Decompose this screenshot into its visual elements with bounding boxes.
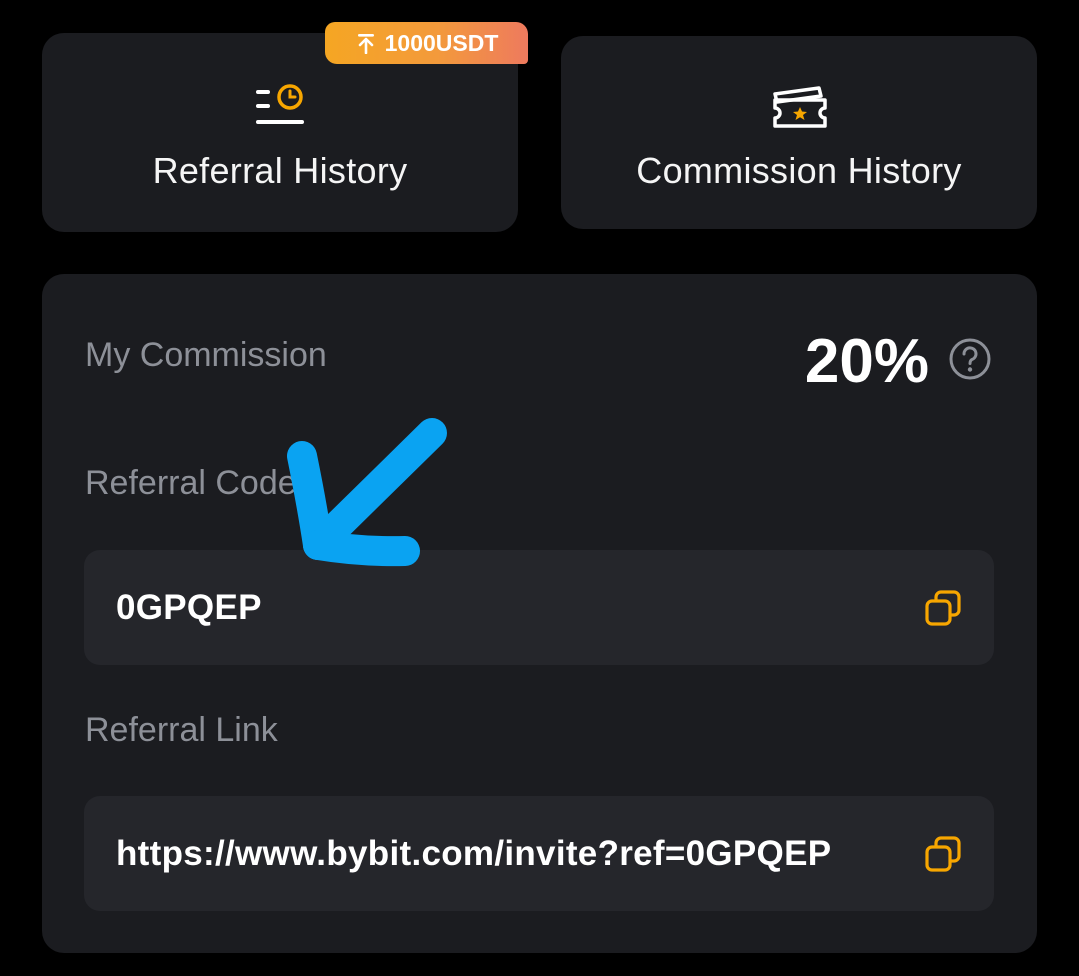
referral-link-label: Referral Link [85, 711, 278, 749]
commission-rate: 20% [804, 327, 929, 396]
ticket-star-icon [773, 85, 827, 128]
referral-link-value: https://www.bybit.com/invite?ref=0GPQEP [116, 833, 832, 873]
copy-icon[interactable] [924, 835, 962, 873]
commission-history-button[interactable]: Commission History [561, 36, 1037, 229]
referral-history-label: Referral History [152, 149, 408, 191]
copy-icon[interactable] [924, 589, 962, 627]
bonus-badge: 1000USDT [325, 22, 528, 64]
bonus-badge-label: 1000USDT [384, 29, 499, 56]
referral-code-value: 0GPQEP [116, 587, 262, 627]
referral-code-field: 0GPQEP [84, 550, 994, 665]
upload-arrow-icon [357, 34, 374, 54]
referral-link-field: https://www.bybit.com/invite?ref=0GPQEP [84, 796, 994, 911]
referral-code-label: Referral Code [85, 464, 297, 502]
help-icon[interactable] [948, 337, 992, 381]
list-clock-icon [256, 83, 304, 124]
referral-panel: My Commission 20% Referral Code 0GPQEP R… [42, 274, 1037, 953]
my-commission-label: My Commission [85, 336, 327, 374]
commission-history-label: Commission History [636, 149, 962, 191]
